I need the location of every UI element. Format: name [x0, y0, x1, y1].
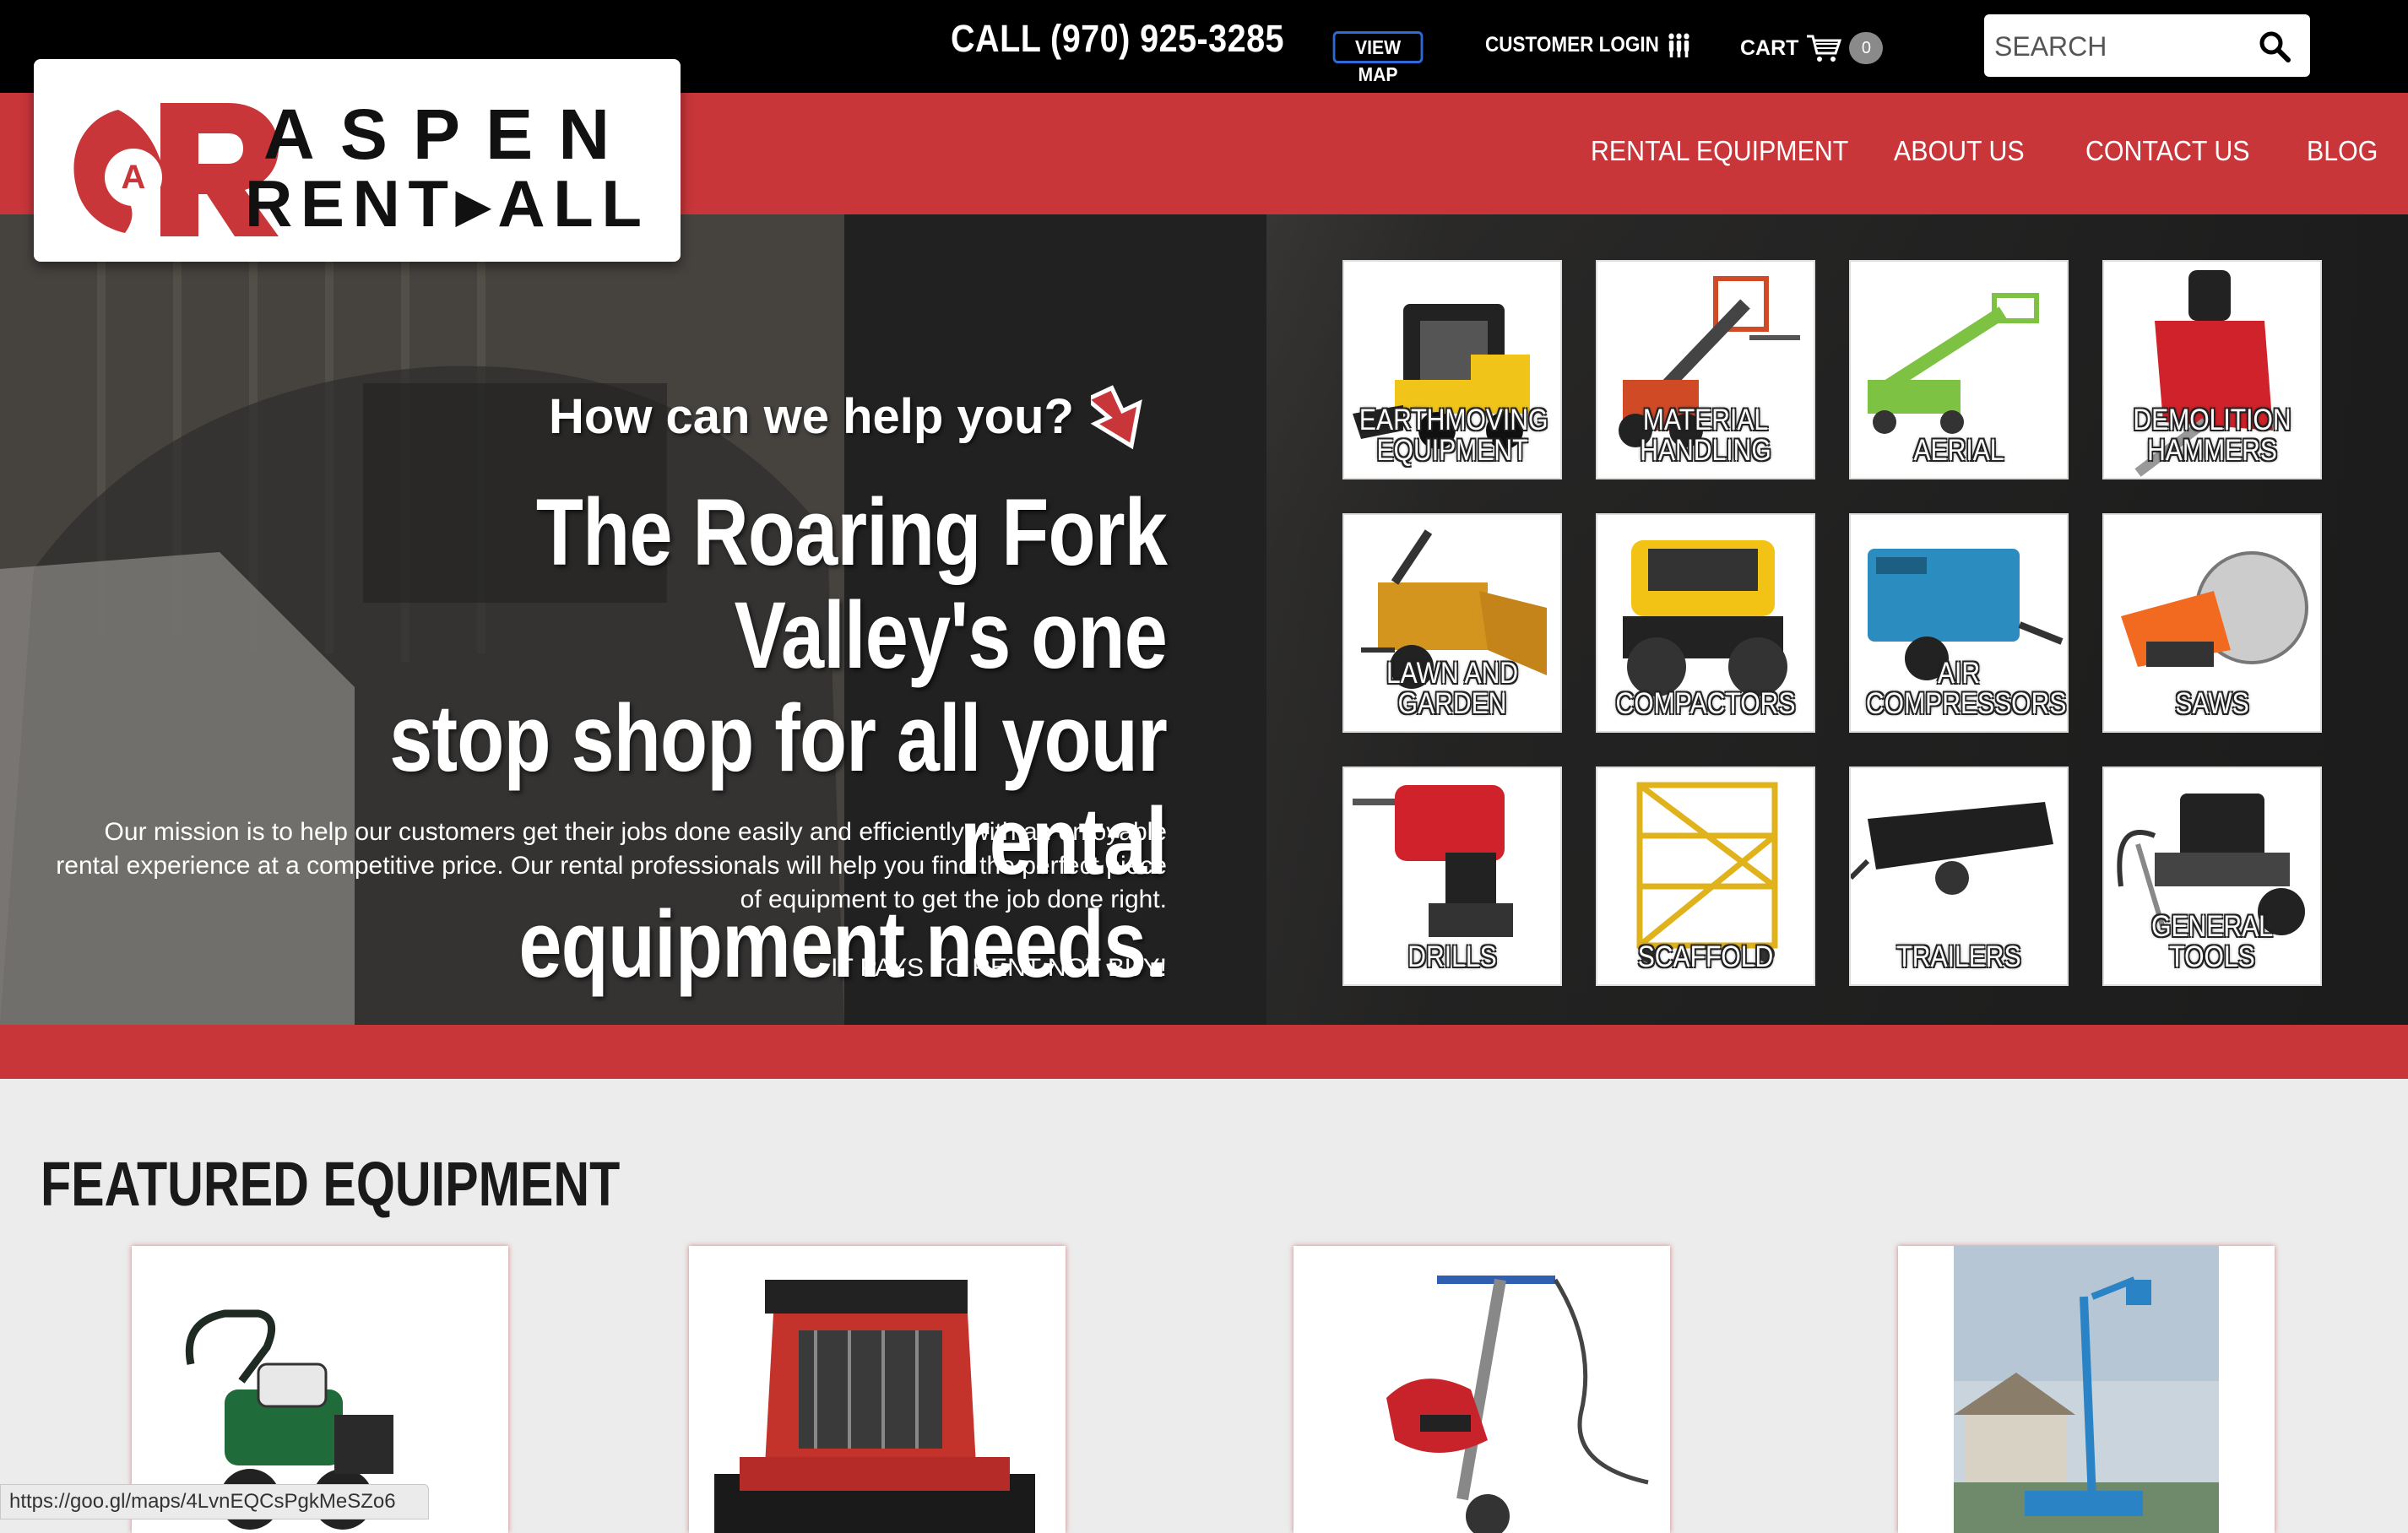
- view-map-button[interactable]: VIEW MAP: [1332, 31, 1424, 85]
- search-box: [1984, 14, 2310, 79]
- floor-scraper-icon: [1386, 1276, 1649, 1533]
- category-label: SAWS: [2119, 689, 2305, 719]
- svg-text:A: A: [122, 159, 146, 196]
- category-label-line2: SCAFFOLD: [1637, 940, 1774, 973]
- search-icon[interactable]: [2258, 30, 2291, 63]
- category-tile-aerial[interactable]: AERIAL: [1849, 260, 2069, 479]
- cart-link[interactable]: CART 0: [1740, 32, 1884, 64]
- category-label: LAWN AND GARDEN: [1359, 658, 1545, 719]
- category-label: GENERAL TOOLS: [2119, 912, 2305, 972]
- category-label-line2: COMPACTORS: [1615, 687, 1796, 720]
- category-label-line2: HANDLING: [1640, 434, 1771, 467]
- hero-bottom-band: [0, 1025, 2408, 1079]
- featured-card-floor-scraper[interactable]: [1293, 1246, 1670, 1533]
- featured-equipment-title: FEATURED EQUIPMENT: [41, 1149, 621, 1219]
- category-label-line2: TRAILERS: [1896, 940, 2021, 973]
- category-label-line2: GENERAL TOOLS: [2151, 910, 2273, 973]
- featured-card-lift[interactable]: [1898, 1246, 2275, 1533]
- logo-line2: RENT▸ALL: [245, 166, 642, 241]
- category-label: EARTHMOVING EQUIPMENT: [1359, 404, 1548, 467]
- category-label: AIR COMPRESSORS: [1865, 657, 2067, 720]
- status-bar-url: https://goo.gl/maps/4LvnEQCsPgkMeSZo6: [0, 1484, 429, 1519]
- featured-card-track-loader[interactable]: [689, 1246, 1066, 1533]
- category-label-line2: COMPRESSORS: [1865, 687, 2067, 720]
- cart-count-badge: 0: [1849, 32, 1884, 64]
- category-tile-handling[interactable]: MATERIAL HANDLING: [1596, 260, 1815, 479]
- cart-icon: [1807, 35, 1842, 62]
- cart-label: CART: [1740, 35, 1799, 60]
- category-label-line2: HAMMERS: [2147, 434, 2277, 467]
- category-label: AERIAL: [1866, 436, 2052, 466]
- category-label-line1: AIR: [1937, 657, 1981, 690]
- category-label: TRAILERS: [1866, 942, 2052, 972]
- phone-number-link[interactable]: CALL (970) 925-3285: [951, 17, 1284, 61]
- category-label-line2: EQUIPMENT: [1376, 434, 1528, 467]
- category-tile-garden[interactable]: LAWN AND GARDEN: [1342, 513, 1562, 733]
- category-label: DRILLS: [1359, 942, 1545, 972]
- category-tile-trailers[interactable]: TRAILERS: [1849, 766, 2069, 986]
- nav-blog[interactable]: BLOG: [2307, 135, 2378, 167]
- category-label: SCAFFOLD: [1613, 942, 1798, 972]
- nav-contact-us[interactable]: CONTACT US: [2085, 135, 2250, 167]
- category-tile-drills[interactable]: DRILLS: [1342, 766, 1562, 986]
- tagline: IT PAYS TO RENT NOT BUY!: [831, 954, 1167, 982]
- people-icon: [1668, 33, 1689, 57]
- category-tile-scaffold[interactable]: SCAFFOLD: [1596, 766, 1815, 986]
- category-label-line2: GARDEN: [1397, 687, 1507, 720]
- mission-text: Our mission is to help our customers get…: [56, 818, 1167, 913]
- nav-about-us[interactable]: ABOUT US: [1894, 135, 2025, 167]
- arrow-down-icon: [1091, 385, 1142, 450]
- category-tile-hammers[interactable]: DEMOLITION HAMMERS: [2102, 260, 2322, 479]
- track-loader-icon: [714, 1280, 1035, 1533]
- category-tile-equipment[interactable]: EARTHMOVING EQUIPMENT: [1342, 260, 1562, 479]
- category-label-line1: LAWN AND: [1386, 657, 1519, 690]
- category-label-line2: DRILLS: [1407, 940, 1497, 973]
- help-question: How can we help you?: [549, 389, 1074, 444]
- logo-mark: A ASPEN RENT▸ALL: [73, 95, 642, 241]
- category-label-line1: MATERIAL: [1642, 404, 1769, 436]
- category-label-line2: AERIAL: [1913, 434, 2004, 467]
- customer-login-link[interactable]: CUSTOMER LOGIN: [1485, 32, 1691, 57]
- hero-headline: The Roaring Fork Valley's one stop shop …: [267, 479, 1168, 996]
- headline-line-1: The Roaring Fork Valley's one: [535, 479, 1168, 688]
- customer-login-label: CUSTOMER LOGIN: [1485, 32, 1659, 57]
- category-label-line1: EARTHMOVING: [1359, 404, 1548, 436]
- category-label: COMPACTORS: [1613, 689, 1798, 719]
- search-input[interactable]: [1993, 14, 2249, 79]
- logo-line1: ASPEN: [263, 95, 626, 174]
- nav-rental-equipment[interactable]: RENTAL EQUIPMENT: [1591, 135, 1848, 167]
- category-label-line2: SAWS: [2175, 687, 2249, 720]
- category-tile-saws[interactable]: SAWS: [2102, 513, 2322, 733]
- category-label: DEMOLITION HAMMERS: [2119, 405, 2305, 466]
- category-label-line1: DEMOLITION: [2133, 404, 2291, 436]
- aspen-rent-all-logo[interactable]: A ASPEN RENT▸ALL: [34, 59, 681, 262]
- category-tile-compactors[interactable]: COMPACTORS: [1596, 513, 1815, 733]
- category-tile-compressors[interactable]: AIR COMPRESSORS: [1849, 513, 2069, 733]
- lift-photo-icon: [1954, 1246, 2219, 1533]
- category-tile-general-tools[interactable]: GENERAL TOOLS: [2102, 766, 2322, 986]
- category-label: MATERIAL HANDLING: [1613, 405, 1798, 466]
